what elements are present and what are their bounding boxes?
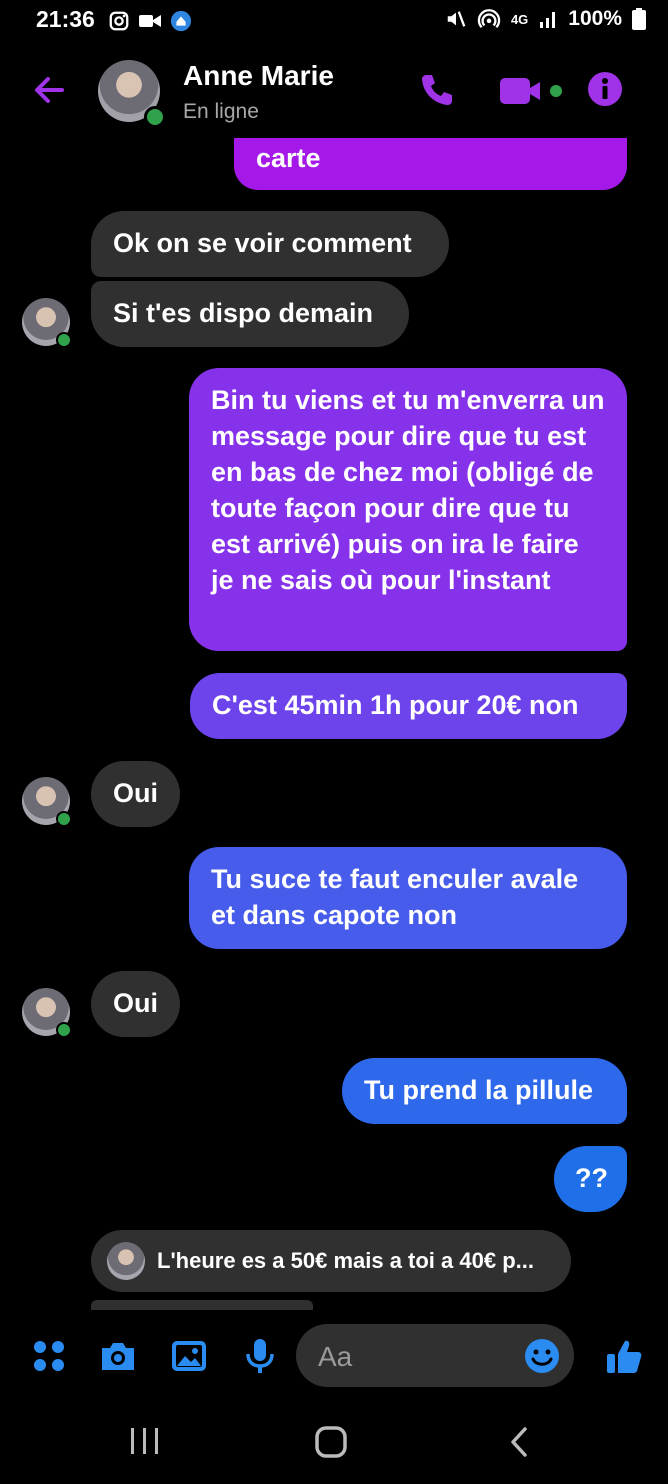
microphone-icon[interactable] — [240, 1336, 280, 1376]
like-thumbs-up-icon[interactable] — [604, 1337, 644, 1377]
preview-avatar — [107, 1242, 145, 1280]
battery-percent: 100% — [568, 7, 622, 30]
message-out[interactable]: Tu suce te faut enculer avale et dans ca… — [189, 847, 627, 949]
message-input[interactable] — [316, 1324, 510, 1389]
info-icon[interactable] — [586, 70, 624, 108]
network-type: 4G — [510, 11, 529, 27]
message-out[interactable]: Bin tu viens et tu m'enverra un message … — [189, 368, 627, 651]
new-message-preview[interactable]: L'heure es a 50€ mais a toi a 40€ p... — [91, 1230, 571, 1292]
mute-icon — [447, 11, 466, 27]
message-out[interactable]: Tu prend la pillule — [342, 1058, 627, 1124]
partial-bubble — [91, 1300, 313, 1310]
message-in[interactable]: Oui — [91, 761, 180, 827]
message-in[interactable]: Si t'es dispo demain — [91, 281, 409, 347]
home-icon[interactable] — [312, 1420, 350, 1464]
message-out[interactable]: ?? — [554, 1146, 627, 1212]
online-indicator — [56, 811, 72, 827]
contact-status: En ligne — [183, 100, 259, 123]
message-in[interactable]: Ok on se voir comment — [91, 211, 449, 277]
online-indicator — [144, 106, 166, 128]
message-out[interactable]: C'est 45min 1h pour 20€ non — [190, 673, 627, 739]
online-indicator — [56, 332, 72, 348]
online-indicator — [56, 1022, 72, 1038]
status-time: 21:36 — [36, 6, 95, 32]
gallery-icon[interactable] — [169, 1336, 209, 1376]
status-right: 4G 100% — [445, 7, 646, 31]
camera-icon[interactable] — [98, 1336, 138, 1376]
instagram-icon — [109, 11, 129, 31]
hotspot-icon — [477, 9, 501, 29]
signal-icon — [540, 12, 556, 28]
emoji-icon[interactable] — [524, 1338, 560, 1374]
recent-apps-icon[interactable] — [128, 1420, 162, 1464]
video-call-icon[interactable] — [500, 76, 568, 106]
back-arrow-icon[interactable] — [30, 70, 70, 110]
status-app-icons — [108, 10, 192, 32]
back-nav-icon[interactable] — [505, 1420, 535, 1464]
message-out[interactable]: carte — [234, 138, 627, 190]
contact-name[interactable]: Anne Marie — [183, 60, 334, 92]
preview-text: L'heure es a 50€ mais a toi a 40€ p... — [157, 1248, 534, 1273]
message-in[interactable]: Oui — [91, 971, 180, 1037]
apps-menu-icon[interactable] — [29, 1336, 69, 1376]
battery-icon — [632, 8, 646, 30]
shield-app-icon — [170, 10, 192, 32]
video-app-icon — [139, 15, 161, 27]
phone-call-icon[interactable] — [417, 70, 457, 110]
